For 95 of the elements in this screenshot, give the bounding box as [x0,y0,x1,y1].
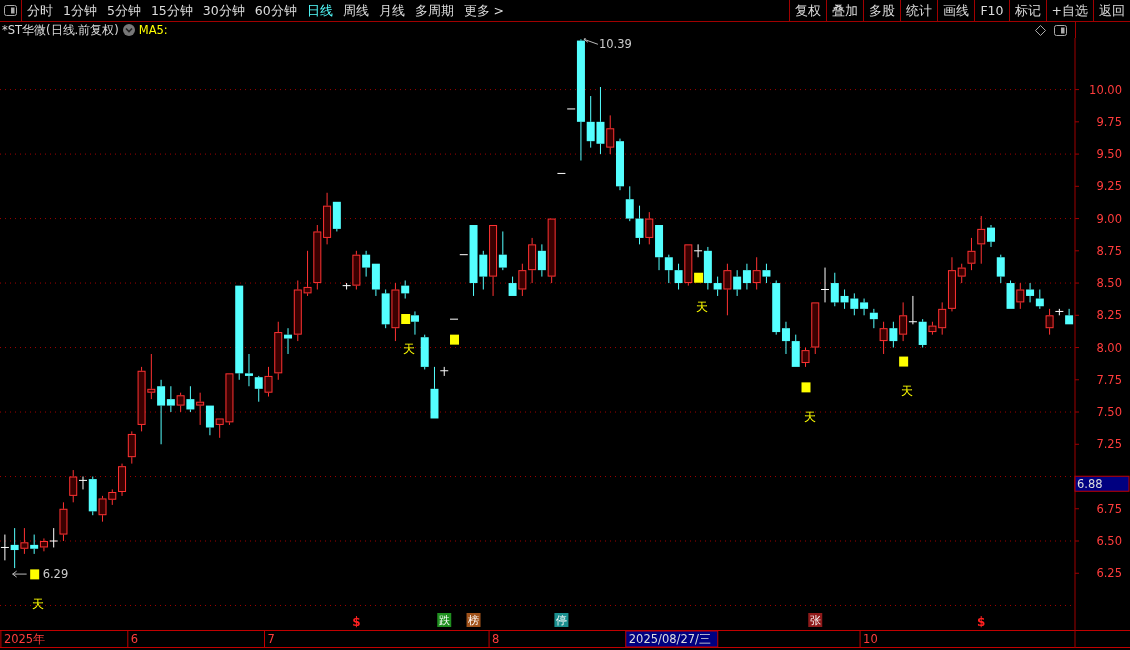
candlestick [303,250,312,297]
candlestick [645,211,654,245]
candlestick [450,318,458,320]
candlestick [742,263,751,290]
chart-title: *ST华微(日线.前复权) [1,22,119,38]
axis-label: 9.50 [1096,147,1122,162]
axis-label: 6.25 [1096,566,1122,581]
event-tag[interactable]: 榜 [466,613,481,627]
event-marker[interactable]: $ [977,615,986,629]
candlestick [1026,282,1035,303]
date-label: 10 [863,632,878,646]
event-tag[interactable]: 跌 [437,613,452,627]
signal-label: 天 [403,341,416,356]
toolbar-button[interactable]: 统计 [900,0,938,21]
signal-marker [30,569,40,580]
candlestick [147,353,156,400]
low-price-label: 6.29 [12,567,69,582]
signal-marker [694,272,704,283]
annotation: 6.29 [42,567,69,582]
candlestick [860,298,869,316]
period-tab[interactable]: 周线 [337,0,374,21]
dropdown-icon[interactable] [122,24,135,36]
candlestick [371,263,380,297]
period-tab[interactable]: 30分钟 [197,0,250,21]
axis-label: 7.75 [1096,372,1122,387]
signal-marker [401,314,411,324]
candlestick [30,534,39,555]
candlestick [850,292,859,316]
signal-marker [801,382,811,393]
candlestick [39,537,48,552]
panel-icon[interactable] [4,5,17,16]
event-tag[interactable]: 张 [808,613,823,627]
axis-label: 8.75 [1096,243,1122,258]
period-tab[interactable]: 更多 > [458,0,510,21]
toolbar-button[interactable]: 返回 [1093,0,1130,21]
axis-label: 9.25 [1096,179,1122,194]
candlestick [1006,279,1015,309]
signal-marker [899,356,909,367]
axis-label: 6.50 [1096,534,1122,548]
candlestick [254,375,263,403]
indicator-label: MA5: [138,22,168,38]
high-price-label: 10.39 [583,38,632,52]
date-label: 8 [492,632,500,646]
toolbar-button[interactable]: F10 [974,0,1009,21]
candlestick [362,250,371,278]
signal-label: 天 [803,410,816,425]
candlestick [908,295,917,325]
axis-label: 6.75 [1096,501,1122,516]
candlestick [557,172,566,174]
axis-label: 10.00 [1089,82,1122,97]
axis-label: 8.25 [1096,308,1122,323]
candlestick [1016,282,1025,310]
date-label: 7 [267,632,275,646]
diamond-icon[interactable] [1035,24,1046,36]
candlestick [1035,289,1044,310]
candlestick [996,254,1005,284]
annotation: 10.39 [598,37,632,52]
period-tab[interactable]: 1分钟 [58,0,102,21]
candlestick [528,237,537,284]
axis-label: 7.25 [1096,437,1122,452]
date-label: 6 [130,632,139,646]
period-tab[interactable]: 15分钟 [145,0,198,21]
cursor-date-label: 2025/08/27/三 [625,630,719,648]
period-tab[interactable]: 日线 [301,0,338,21]
axis-label: 8.00 [1096,340,1122,355]
event-marker[interactable]: $ [352,615,361,629]
period-tab[interactable]: 多周期 [409,0,459,21]
signal-label: 天 [32,597,45,612]
period-tab[interactable]: 5分钟 [101,0,146,21]
price-tag: 6.88 [1074,475,1130,492]
candlestick [196,392,205,426]
toolbar-button[interactable]: 叠加 [826,0,864,21]
signal-label: 天 [696,300,709,315]
toolbar-button[interactable]: 复权 [789,0,827,21]
axis-label: 7.50 [1096,405,1122,420]
toolbar-button[interactable]: 标记 [1008,0,1046,21]
signal-marker [450,334,459,345]
panel-icon[interactable] [1054,24,1067,36]
candlestick [176,392,185,413]
candlestick [410,310,419,336]
candlestick [313,224,322,290]
axis-label: 9.75 [1096,114,1122,129]
date-label: 2025年 [3,632,46,646]
signal-label: 天 [901,384,914,399]
axis-label: 8.50 [1096,276,1122,291]
period-tab[interactable]: 分时 [22,0,58,21]
toolbar-button[interactable]: +自选 [1045,0,1093,21]
candlestick [635,205,644,245]
period-tab[interactable]: 60分钟 [249,0,302,21]
candlestick [186,385,195,413]
period-tab[interactable]: 月线 [373,0,410,21]
axis-label: 9.00 [1096,211,1122,226]
toolbar-button[interactable]: 多股 [863,0,901,21]
event-tag[interactable]: 停 [554,613,569,627]
toolbar-button[interactable]: 画线 [937,0,975,21]
